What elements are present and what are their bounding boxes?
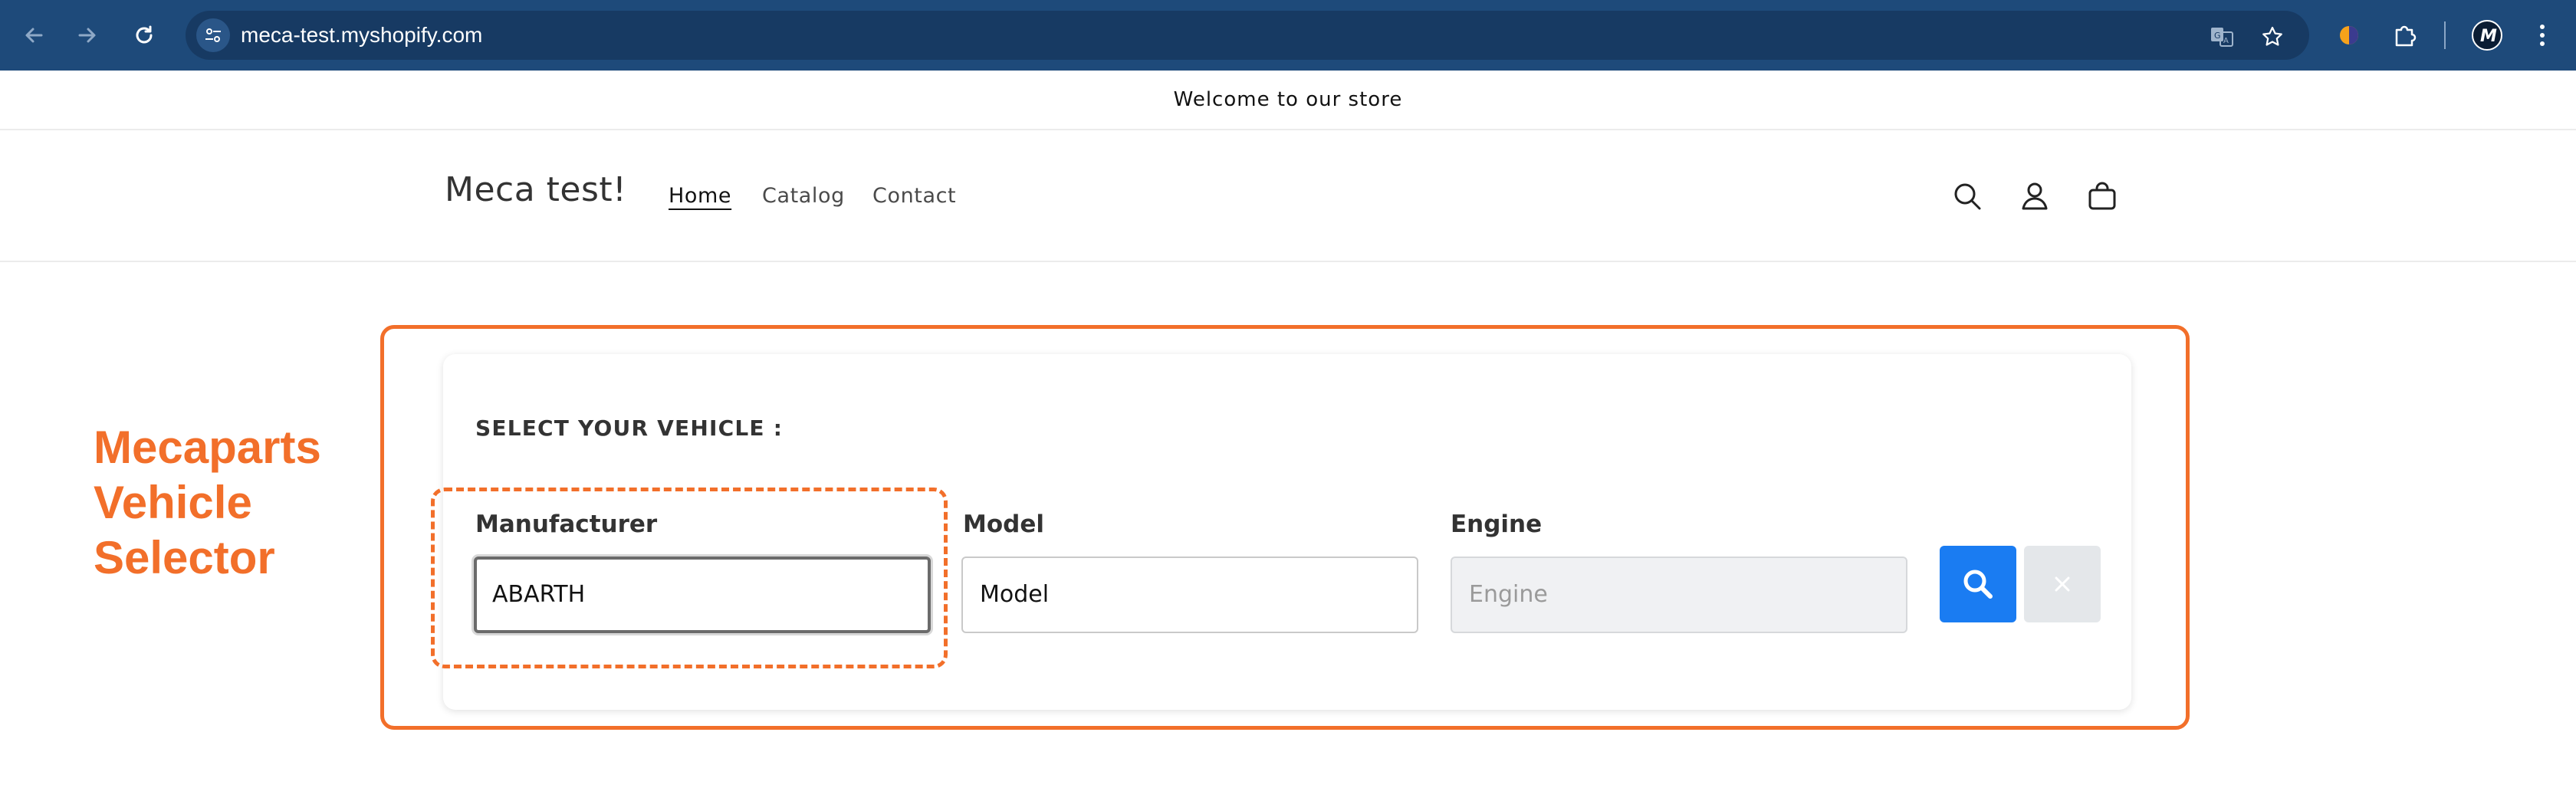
- bookmark-star-icon[interactable]: [2260, 25, 2285, 49]
- cart-icon[interactable]: [2079, 173, 2125, 219]
- engine-select[interactable]: Engine: [1451, 557, 1907, 633]
- nav-contact[interactable]: Contact: [872, 184, 956, 208]
- announcement-text: Welcome to our store: [1173, 88, 1403, 111]
- store-logo[interactable]: Meca test!: [445, 170, 626, 209]
- forward-arrow-icon: [78, 28, 96, 43]
- engine-label: Engine: [1451, 511, 1543, 538]
- announcement-bar: Welcome to our store: [0, 71, 2576, 130]
- url-text[interactable]: meca-test.myshopify.com: [241, 11, 482, 60]
- svg-text:G: G: [2214, 31, 2221, 41]
- manufacturer-annotation-frame: [431, 488, 948, 668]
- close-icon: [2055, 576, 2070, 592]
- profile-icon[interactable]: M: [2469, 17, 2505, 54]
- svg-text:M: M: [2480, 27, 2497, 46]
- clear-button[interactable]: [2024, 546, 2101, 622]
- search-icon: [1963, 570, 1993, 599]
- svg-text:A: A: [2223, 37, 2229, 45]
- extension-icon[interactable]: [2331, 17, 2367, 54]
- site-info-button[interactable]: [196, 18, 230, 52]
- nav-home[interactable]: Home: [669, 184, 731, 208]
- toolbar-divider: [2444, 21, 2446, 49]
- puzzle-icon[interactable]: [2386, 17, 2423, 54]
- translate-icon[interactable]: GA: [2210, 25, 2234, 49]
- reload-icon: [136, 25, 153, 44]
- more-vert-icon[interactable]: [2524, 17, 2561, 54]
- search-vehicle-button[interactable]: [1940, 546, 2016, 622]
- nav-catalog[interactable]: Catalog: [762, 184, 845, 208]
- model-select[interactable]: Model: [961, 557, 1418, 633]
- address-bar[interactable]: meca-test.myshopify.com GA: [186, 11, 2309, 60]
- model-label: Model: [963, 511, 1044, 538]
- account-icon[interactable]: [2012, 173, 2058, 219]
- site-header: Meca test! Home Catalog Contact: [0, 130, 2576, 262]
- search-icon[interactable]: [1944, 173, 1990, 219]
- selector-title: SELECT YOUR VEHICLE :: [475, 415, 784, 441]
- site-info-icon: [205, 28, 221, 42]
- reload-button[interactable]: [126, 17, 163, 54]
- browser-toolbar: meca-test.myshopify.com GA M: [0, 0, 2576, 71]
- forward-button[interactable]: [69, 17, 106, 54]
- back-button[interactable]: [15, 17, 52, 54]
- annotation-title: Mecaparts Vehicle Selector: [94, 422, 321, 583]
- back-arrow-icon: [25, 28, 43, 43]
